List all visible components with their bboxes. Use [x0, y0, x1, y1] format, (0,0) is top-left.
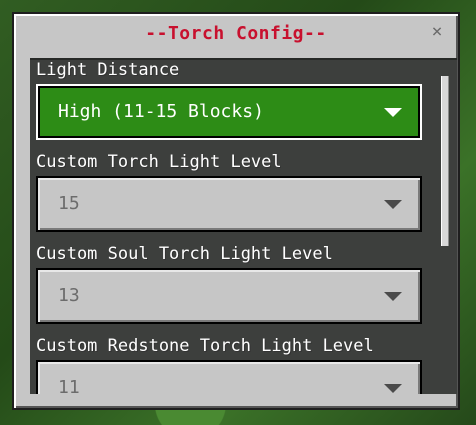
- chevron-down-icon: [384, 200, 402, 209]
- soul-torch-light-level-dropdown[interactable]: 13: [36, 268, 422, 324]
- soul-torch-light-level-value: 13: [58, 285, 80, 306]
- redstone-torch-light-level-dropdown[interactable]: 11: [36, 360, 422, 394]
- torch-config-dialog: --Torch Config-- × Light Distance High (…: [12, 12, 460, 410]
- light-distance-label: Light Distance: [36, 60, 180, 80]
- chevron-down-icon: [384, 292, 402, 301]
- close-icon[interactable]: ×: [428, 23, 446, 41]
- chevron-down-icon: [384, 384, 402, 393]
- light-distance-dropdown[interactable]: High (11-15 Blocks): [36, 84, 422, 140]
- dialog-title: --Torch Config--: [145, 23, 327, 44]
- soul-torch-light-level-label: Custom Soul Torch Light Level: [36, 244, 333, 264]
- settings-panel[interactable]: Light Distance High (11-15 Blocks) Custo…: [30, 58, 457, 394]
- scrollbar-thumb[interactable]: [441, 76, 449, 246]
- chevron-down-icon: [384, 108, 402, 117]
- light-distance-value: High (11-15 Blocks): [58, 101, 264, 122]
- torch-light-level-label: Custom Torch Light Level: [36, 152, 282, 172]
- torch-light-level-dropdown[interactable]: 15: [36, 176, 422, 232]
- torch-light-level-value: 15: [58, 193, 80, 214]
- redstone-torch-light-level-value: 11: [58, 377, 80, 394]
- redstone-torch-light-level-label: Custom Redstone Torch Light Level: [36, 336, 374, 356]
